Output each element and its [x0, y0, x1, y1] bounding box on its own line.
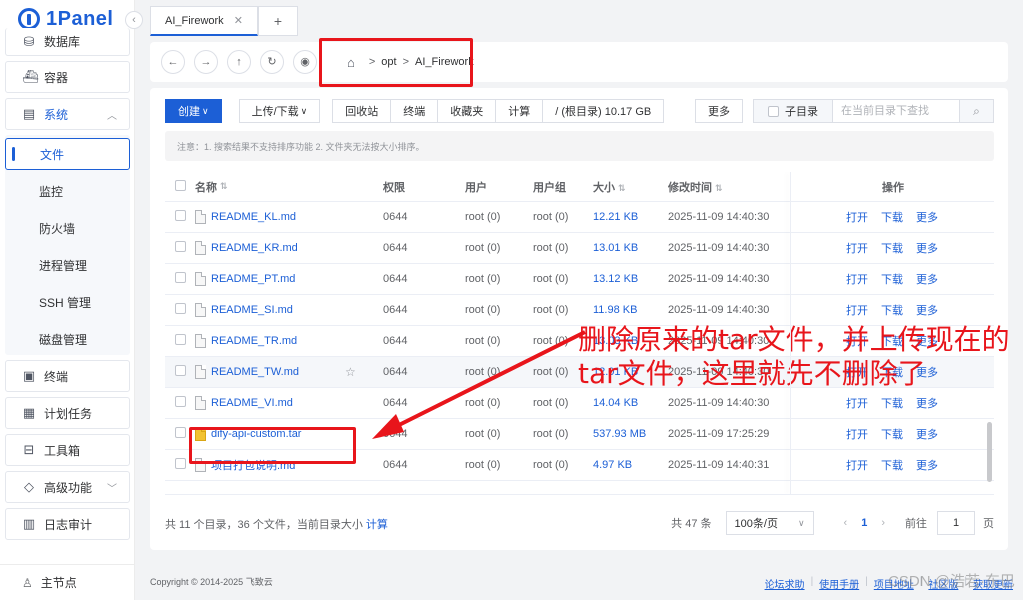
header-time[interactable]: 修改时间 ⇅	[668, 179, 790, 195]
sort-icon: ⇅	[715, 182, 723, 193]
header-name[interactable]: 名称 ⇅	[195, 179, 383, 195]
header-size[interactable]: 大小 ⇅	[593, 179, 668, 195]
table-scrollbar[interactable]	[987, 422, 992, 482]
header-ops: 操作	[882, 181, 904, 194]
header-label: 名称	[195, 181, 217, 194]
header-label: 修改时间	[668, 181, 712, 194]
annotation-text: 删除原来的tar文件，并上传现在的tar文件，这里就先不删除了	[578, 323, 1010, 390]
collapse-sidebar-button[interactable]: ‹	[125, 11, 143, 29]
header-group: 用户组	[533, 181, 566, 194]
header-label: 大小	[593, 181, 615, 194]
sort-icon: ⇅	[220, 181, 228, 191]
table-header: 名称 ⇅ 权限 用户 用户组 大小 ⇅ 修改时间 ⇅ 操作	[165, 172, 994, 202]
header-user: 用户	[465, 181, 487, 194]
header-perm: 权限	[383, 181, 405, 194]
fixed-column-divider	[790, 172, 791, 494]
sort-icon: ⇅	[618, 182, 626, 193]
select-all-checkbox[interactable]	[165, 179, 195, 194]
annotation-arrow	[372, 330, 586, 439]
